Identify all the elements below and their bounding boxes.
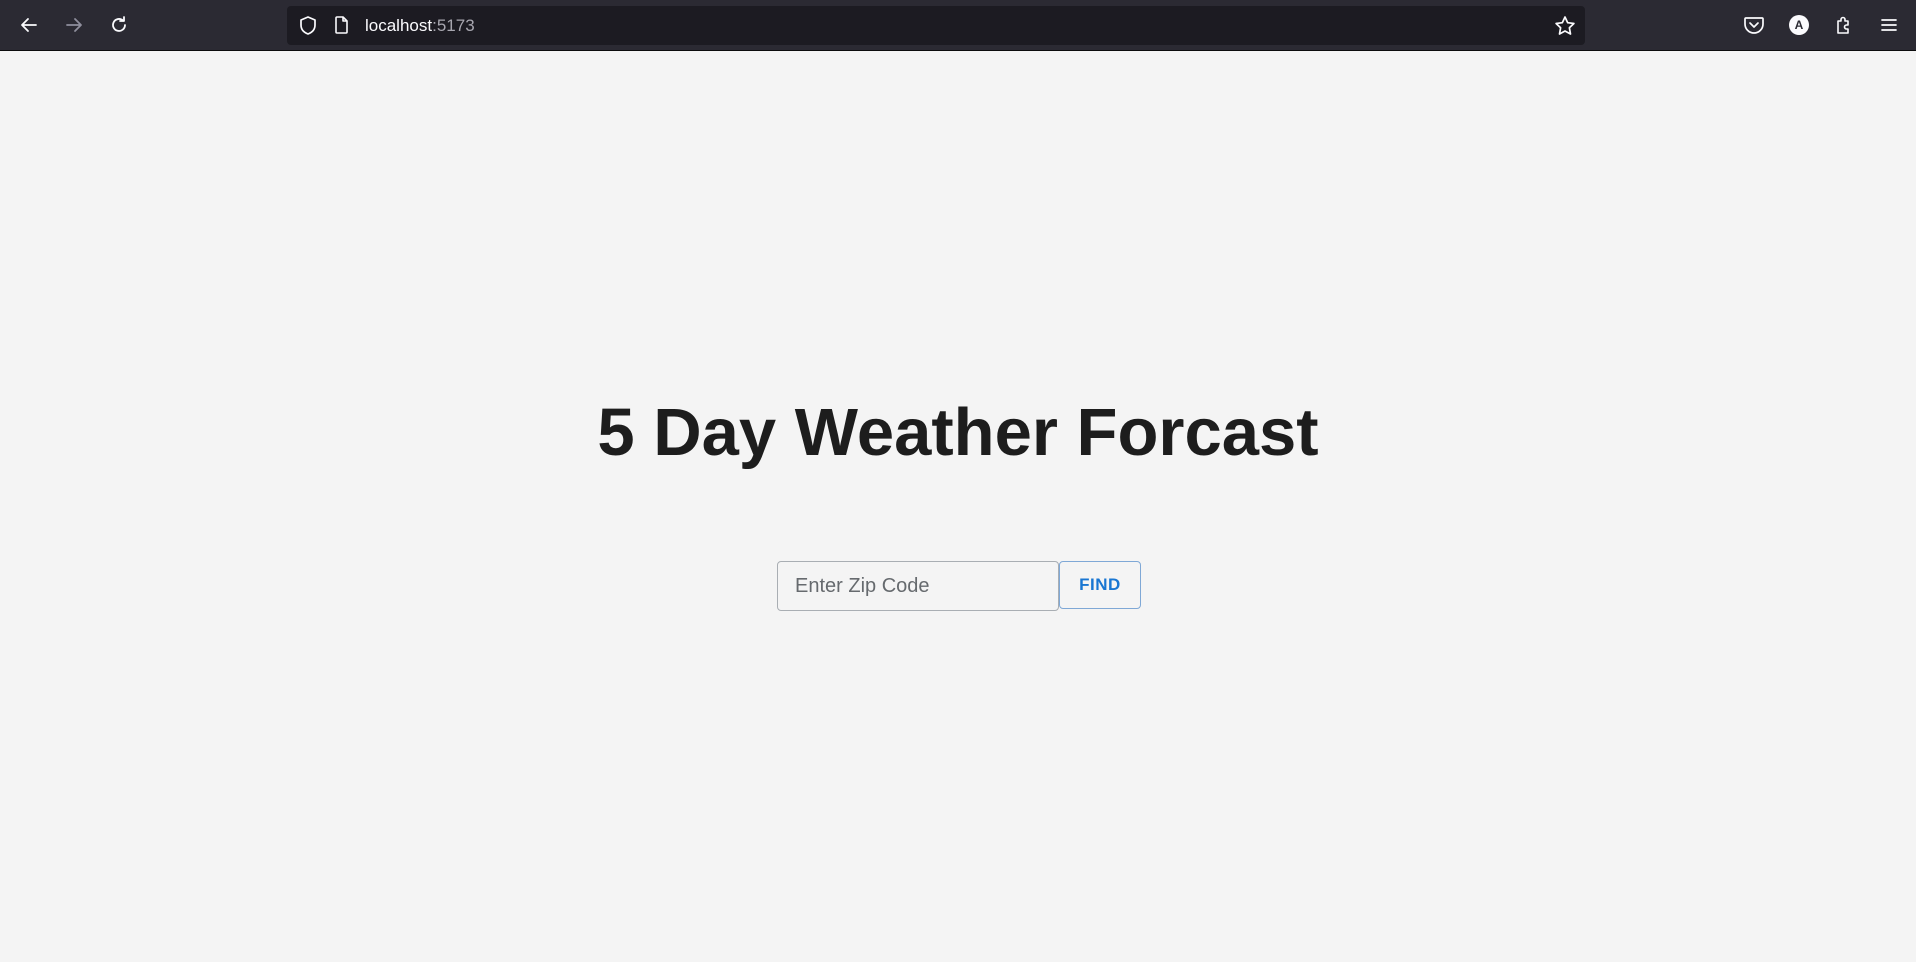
pocket-button[interactable] xyxy=(1738,9,1770,41)
url-text[interactable]: localhost:5173 xyxy=(365,16,475,36)
extensions-button[interactable] xyxy=(1828,9,1860,41)
account-initial: A xyxy=(1794,18,1804,32)
url-host: localhost xyxy=(365,16,433,35)
browser-toolbar: localhost:5173 A xyxy=(0,0,1916,51)
url-port: :5173 xyxy=(432,16,475,35)
pocket-icon xyxy=(1743,15,1765,35)
back-button[interactable] xyxy=(13,9,45,41)
find-button[interactable]: FIND xyxy=(1059,561,1141,609)
forward-button[interactable] xyxy=(58,9,90,41)
app-menu-button[interactable] xyxy=(1873,9,1905,41)
shield-icon[interactable] xyxy=(298,15,318,41)
page-icon[interactable] xyxy=(333,15,351,40)
puzzle-icon xyxy=(1834,15,1854,35)
reload-button[interactable] xyxy=(103,9,135,41)
url-bar[interactable]: localhost:5173 xyxy=(287,6,1585,45)
account-button[interactable]: A xyxy=(1783,9,1815,41)
hamburger-menu-icon xyxy=(1880,16,1898,34)
star-icon[interactable] xyxy=(1554,15,1576,42)
page-title: 5 Day Weather Forcast xyxy=(597,395,1319,470)
account-icon: A xyxy=(1789,15,1809,35)
page-content xyxy=(0,51,1916,962)
zip-code-input[interactable] xyxy=(777,561,1059,611)
back-arrow-icon xyxy=(19,15,39,35)
reload-icon xyxy=(109,15,129,35)
forward-arrow-icon xyxy=(64,15,84,35)
